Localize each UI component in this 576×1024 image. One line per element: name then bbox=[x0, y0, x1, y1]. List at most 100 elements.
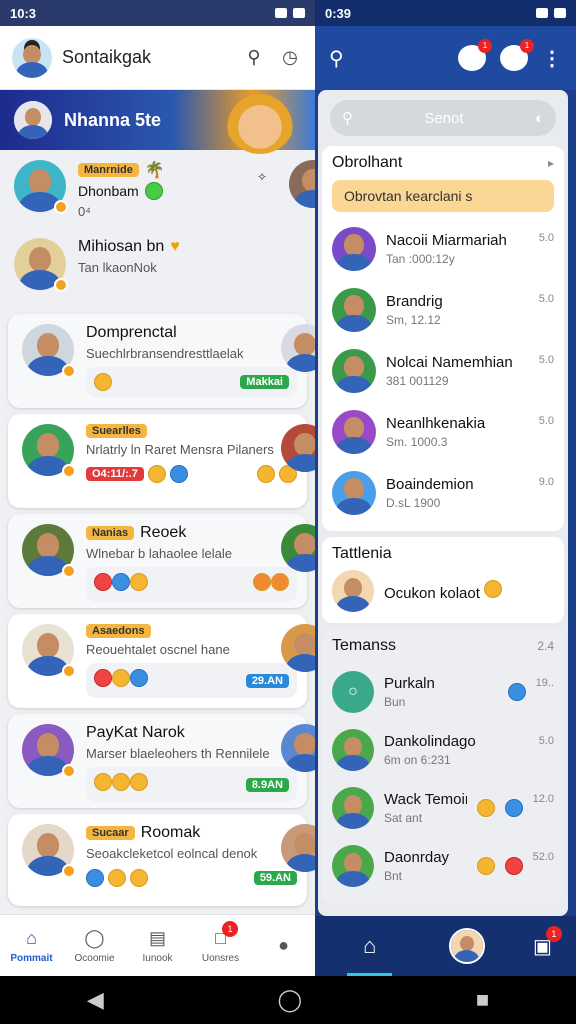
mic-icon[interactable]: ◐ bbox=[535, 110, 544, 127]
chat-sub: Reouehtalet oscnel hane bbox=[86, 642, 230, 657]
friend-row[interactable]: Daonrday Bnt 52.0 bbox=[332, 837, 554, 895]
nav-book[interactable]: ▤ Iunook bbox=[126, 915, 189, 976]
chat-tag: Nanias bbox=[86, 526, 135, 540]
messages-icon[interactable]: 1 bbox=[458, 39, 492, 71]
status-icons bbox=[275, 8, 305, 18]
more-menu-icon[interactable]: ⋮ bbox=[542, 46, 562, 71]
nav-home[interactable]: ⌂ Pommait bbox=[0, 915, 63, 976]
avatar bbox=[332, 226, 376, 271]
profile-avatar[interactable] bbox=[12, 37, 52, 78]
chat-sub: 0⁴ bbox=[78, 204, 91, 219]
avatar bbox=[14, 238, 68, 292]
search-icon[interactable]: ⚲ bbox=[329, 46, 344, 71]
chat-bubble-icon: ○ bbox=[348, 683, 358, 700]
contact-time: 5.0 bbox=[538, 232, 554, 244]
chat-name: Dhonbam bbox=[78, 183, 139, 199]
expand-icon[interactable]: ▸ bbox=[548, 156, 554, 170]
search-input[interactable]: Senot bbox=[363, 110, 525, 127]
chat-name: PayKat Narok bbox=[86, 724, 185, 741]
reaction-icon bbox=[253, 573, 271, 591]
chat-sub: Tan lkaonNok bbox=[78, 260, 157, 275]
chat-row[interactable]: Manrnide 🌴 Dhonbam 0⁴ ✧ bbox=[0, 150, 315, 228]
profile-avatar[interactable] bbox=[448, 928, 485, 964]
friend-time: 52.0 bbox=[532, 851, 554, 863]
chat-name: Domprenctal bbox=[86, 324, 177, 341]
contact-time: 5.0 bbox=[538, 354, 554, 366]
nav-label: Iunook bbox=[142, 952, 173, 964]
avatar bbox=[332, 409, 376, 454]
avatar bbox=[332, 348, 376, 393]
contact-row[interactable]: Neanlhkenakia Sm. 1000.3 5.0 bbox=[332, 401, 554, 462]
contact-row[interactable]: Boaindemion D.sL 1900 9.0 bbox=[332, 462, 554, 523]
chat-tag: Sucaar bbox=[86, 826, 135, 840]
chat-tag: Suearlles bbox=[86, 424, 147, 438]
friend-row[interactable]: Wack Temoin Sat ant 12.0 bbox=[332, 779, 554, 837]
friend-row[interactable]: ○ Purkaln Bun 19.. bbox=[332, 663, 554, 721]
avatar-peek bbox=[281, 324, 315, 372]
contact-sub: 381 001129 bbox=[386, 373, 449, 388]
contact-row[interactable]: Nolcai Namemhian 381 001129 5.0 bbox=[332, 340, 554, 401]
chat-row[interactable]: Nanias Reoek Wlnebar b lahaolee lelale bbox=[8, 514, 315, 608]
people-icon: ◯ bbox=[84, 927, 105, 948]
nav-chat[interactable]: □ 1 Uonsres bbox=[189, 915, 252, 976]
contact-row[interactable]: Nacoii Miarmariah Tan :000:12y 5.0 bbox=[332, 218, 554, 279]
status-icons bbox=[536, 8, 566, 18]
section-count: 2.4 bbox=[537, 639, 554, 653]
chat-sub: Wlnebar b lahaolee lelale bbox=[86, 546, 232, 561]
contact-name: Neanlhkenakia bbox=[386, 414, 486, 432]
avatar bbox=[22, 424, 76, 478]
right-app-pane: 0:39 ⚲ 1 1 ⋮ ⚲ Senot ◐ Obrolhant ▸ Obrovt… bbox=[315, 0, 576, 976]
featured-row[interactable]: Ocukon kolaot bbox=[332, 567, 554, 615]
status-dot bbox=[62, 864, 76, 878]
chat-row[interactable]: Domprenctal Suechlrbransendresttlaelak M… bbox=[8, 314, 315, 408]
groups-nav-icon[interactable]: ▣ 1 bbox=[533, 925, 562, 959]
chat-row[interactable]: Mihiosan bn ♥ Tan lkaonNok bbox=[0, 228, 315, 308]
nav-people[interactable]: ◯ Ocoomie bbox=[63, 915, 126, 976]
messenger-icon bbox=[507, 683, 526, 701]
recents-icon[interactable]: ■ bbox=[476, 987, 489, 1013]
section-title: Tattlenia bbox=[332, 545, 392, 562]
mascot-image bbox=[225, 86, 295, 154]
chat-row[interactable]: Asaedons Reouehtalet oscnel hane 29.AN bbox=[8, 614, 315, 708]
clock-icon[interactable]: ◷ bbox=[277, 45, 303, 71]
nav-lock[interactable]: ● bbox=[252, 915, 315, 976]
chat-tag: Manrnide bbox=[78, 163, 139, 177]
friend-row[interactable]: Dankolindago 6m on 6:231 5.0 bbox=[332, 721, 554, 779]
search-bar[interactable]: ⚲ Senot ◐ bbox=[330, 100, 556, 136]
status-dot bbox=[62, 564, 76, 578]
contact-name: Nolcai Namemhian bbox=[386, 353, 513, 371]
chat-row[interactable]: Sucaar Roomak Seoakcleketcol eolncal deno… bbox=[8, 814, 315, 906]
contact-row[interactable]: Brandrig Sm, 12.12 5.0 bbox=[332, 279, 554, 340]
reaction-icon bbox=[130, 773, 148, 791]
avatar bbox=[22, 324, 76, 378]
status-dot bbox=[62, 764, 76, 778]
home-icon[interactable]: ⌂ bbox=[339, 916, 400, 976]
chat-row[interactable]: Suearlles Nrlatrly ln Raret Mensra Pilan… bbox=[8, 414, 315, 508]
featured-name: Ocukon kolaot bbox=[384, 580, 554, 602]
back-icon[interactable]: ◀ bbox=[87, 987, 104, 1013]
status-time: 0:39 bbox=[325, 5, 352, 21]
featured-banner[interactable]: Nhanna 5te bbox=[0, 86, 315, 154]
bottom-nav: ⌂ Pommait ◯ Ocoomie ▤ Iunook □ 1 Uonsres ● bbox=[0, 914, 315, 976]
chat-sub: Marser blaeleohers th Rennilele bbox=[86, 746, 270, 761]
reaction-icon bbox=[147, 465, 166, 483]
search-icon[interactable]: ⚲ bbox=[241, 45, 267, 71]
section-title: Temanss bbox=[332, 637, 397, 654]
reaction-icon bbox=[257, 465, 275, 483]
right-header: ⚲ 1 1 ⋮ bbox=[315, 26, 576, 90]
friend-name: Wack Temoin bbox=[384, 791, 467, 808]
chat-sub: Suechlrbransendresttlaelak bbox=[86, 346, 244, 361]
notification-badge: 1 bbox=[545, 925, 562, 942]
friend-sub: Bnt bbox=[384, 869, 403, 883]
time-pill: 59.AN bbox=[253, 871, 297, 885]
section-featured: Tattlenia Ocukon kolaot bbox=[322, 537, 564, 623]
chat-row[interactable]: PayKat Narok Marser blaeleohers th Renni… bbox=[8, 714, 315, 808]
wifi-icon bbox=[536, 8, 548, 18]
banner-title: Nhanna 5te bbox=[64, 109, 162, 130]
status-time: 10:3 bbox=[10, 5, 37, 21]
contact-name: Nacoii Miarmariah bbox=[386, 231, 507, 249]
groups-icon[interactable]: 1 bbox=[500, 39, 534, 71]
section-online: Obrolhant ▸ Obrovtan kearclani s Nacoii M… bbox=[322, 146, 564, 531]
home-button-icon[interactable]: ◯ bbox=[278, 987, 303, 1013]
alert-banner[interactable]: Obrovtan kearclani s bbox=[332, 180, 554, 212]
